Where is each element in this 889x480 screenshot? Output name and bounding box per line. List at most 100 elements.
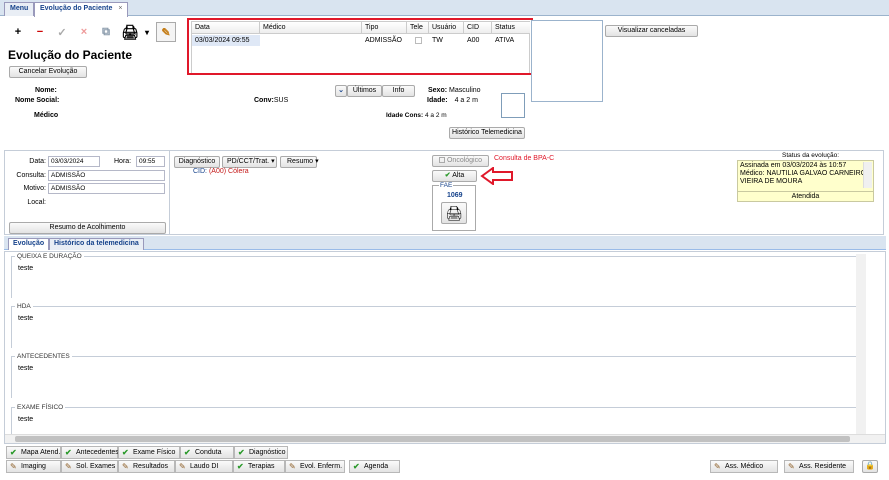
consulta-label: Consulta: (16, 172, 46, 179)
consulta-bpa-link[interactable]: Consulta de BPA-C (494, 155, 554, 162)
info-button[interactable]: Info (382, 85, 415, 97)
check-icon: ✔ (444, 172, 451, 179)
laudo-di-button[interactable]: ✎ Laudo DI (175, 460, 233, 473)
fae-number: 1069 (447, 192, 463, 199)
idade-value: 4 a 2 m (454, 97, 478, 104)
resumo-acolhimento-button[interactable]: Resumo de Acolhimento (9, 222, 166, 234)
ultimos-button[interactable]: Últimos (347, 85, 382, 97)
ass-medico-button[interactable]: ✎ Ass. Médico (710, 460, 778, 473)
exame-fisico-button[interactable]: ✔ Exame Físico (118, 446, 180, 459)
tab-evolucao-content[interactable]: Evolução (8, 238, 50, 250)
highlight-box (187, 18, 533, 75)
sol-exames-button[interactable]: ✎ Sol. Exames (61, 460, 118, 473)
imaging-button[interactable]: ✎ Imaging (6, 460, 61, 473)
pd-cct-button[interactable]: PD/CCT/Trat. ▾ (222, 156, 277, 168)
chevron-down-icon[interactable]: ⌄ (335, 85, 347, 97)
add-button[interactable]: + (8, 22, 28, 42)
section-hda[interactable]: HDA teste (11, 303, 866, 348)
antecedentes-button[interactable]: ✔ Antecedentes (61, 446, 119, 459)
status-line3: VIEIRA DE MOURA (740, 178, 803, 185)
idade-label: Idade: (427, 97, 448, 104)
name-label: Nome: (35, 87, 57, 94)
vertical-scrollbar[interactable] (856, 254, 866, 434)
hora-label: Hora: (114, 158, 132, 165)
confirm-button[interactable]: ✓ (52, 22, 72, 42)
data-input[interactable]: 03/03/2024 (48, 156, 100, 167)
diagnostico-button[interactable]: Diagnóstico (174, 156, 220, 168)
hora-input[interactable]: 09:55 (136, 156, 165, 167)
status-scrollbar[interactable] (863, 162, 872, 188)
dropdown-arrow-icon: ▾ (271, 158, 275, 165)
remove-button[interactable]: − (30, 22, 50, 42)
tab-menu[interactable]: Menu (4, 2, 35, 16)
conv-label: Conv: (254, 97, 274, 104)
idade-cons-value: 4 a 2 m (425, 112, 447, 119)
page-title: Evolução do Paciente (8, 48, 133, 62)
pencil-icon: ✎ (122, 462, 129, 471)
sexo-value: Masculino (449, 87, 481, 94)
local-label: Local: (27, 199, 46, 206)
close-icon[interactable]: × (118, 5, 122, 12)
resultados-button[interactable]: ✎ Resultados (118, 460, 175, 473)
status-title: Status da evolução: (782, 152, 840, 159)
conduta-button[interactable]: ✔ Conduta (180, 446, 234, 459)
check-icon: ✔ (10, 448, 17, 457)
copy-button[interactable]: ⧉ (96, 22, 116, 42)
fae-label: FAE (439, 182, 454, 189)
tab-bar: Menu Evolução do Paciente × (0, 0, 889, 17)
social-name-label: Nome Social: (15, 97, 60, 104)
tab-historico-telemedicina[interactable]: Histórico da telemedicina (49, 238, 144, 250)
cid-label: CID: (193, 168, 207, 175)
evol-enferm-button[interactable]: ✎ Evol. Enferm. (285, 460, 345, 473)
doctor-label: Médico (34, 112, 59, 119)
photo-thumbnail (501, 93, 525, 118)
tab-evolucao[interactable]: Evolução do Paciente × (34, 2, 129, 17)
ass-residente-button[interactable]: ✎ Ass. Residente (784, 460, 854, 473)
section-antecedentes[interactable]: ANTECEDENTES teste (11, 353, 866, 398)
horizontal-scrollbar[interactable] (5, 434, 885, 443)
terapias-button[interactable]: ✔ Terapias (233, 460, 285, 473)
section-queixa[interactable]: QUEIXA E DURAÇÃO teste (11, 253, 866, 298)
check-icon: ✔ (237, 462, 244, 471)
idade-cons-label: Idade Cons: (386, 112, 424, 119)
divider (737, 191, 874, 192)
lock-icon[interactable]: 🔒 (862, 460, 878, 473)
conv-value: SUS (273, 97, 289, 104)
oncologico-checkbox[interactable]: Oncológico (432, 155, 489, 167)
pencil-icon: ✎ (788, 462, 795, 471)
consulta-input[interactable]: ADMISSÃO (48, 170, 165, 181)
photo-panel (531, 20, 603, 102)
check-icon: ✔ (353, 462, 360, 471)
pencil-icon: ✎ (65, 462, 72, 471)
check-icon: ✔ (238, 448, 245, 457)
historico-telemedicina-button[interactable]: Histórico Telemedicina (449, 127, 525, 139)
check-icon: ✔ (122, 448, 129, 457)
fae-print-icon[interactable]: 🖨 (441, 202, 467, 224)
dropdown-arrow-icon: ▾ (315, 158, 319, 165)
pencil-icon: ✎ (289, 462, 296, 471)
diagnostico-bottom-button[interactable]: ✔ Diagnóstico (234, 446, 288, 459)
red-arrow-icon (480, 167, 513, 185)
data-label: Data: (29, 158, 46, 165)
cancel-evolution-button[interactable]: Cancelar Evolução (9, 66, 87, 78)
motivo-input[interactable]: ADMISSÃO (48, 183, 165, 194)
mapa-atend-button[interactable]: ✔ Mapa Atend. (6, 446, 61, 459)
print-dropdown[interactable]: ▾ (142, 22, 152, 42)
motivo-label: Motivo: (23, 185, 46, 192)
cancel-icon-button[interactable]: × (74, 22, 94, 42)
status-line2: Médico: NAUTILIA GALVAO CARNEIRO (740, 170, 867, 177)
view-canceled-button[interactable]: Visualizar canceladas (605, 25, 698, 37)
alta-button[interactable]: ✔ Alta (432, 170, 477, 182)
agenda-button[interactable]: ✔ Agenda (349, 460, 400, 473)
scroll-thumb[interactable] (15, 436, 850, 442)
divider (169, 151, 170, 234)
edit-icon[interactable]: ✎ (156, 22, 176, 42)
section-exame-fisico[interactable]: EXAME FÍSICO teste (11, 404, 866, 434)
pencil-icon: ✎ (10, 462, 17, 471)
pencil-icon: ✎ (714, 462, 721, 471)
resumo-button[interactable]: Resumo ▾ (280, 156, 319, 168)
check-icon: ✔ (65, 448, 72, 457)
cid-value[interactable]: (A00) Cólera (209, 168, 249, 175)
check-icon: ✔ (184, 448, 191, 457)
print-icon[interactable]: 🖨 (120, 22, 140, 42)
